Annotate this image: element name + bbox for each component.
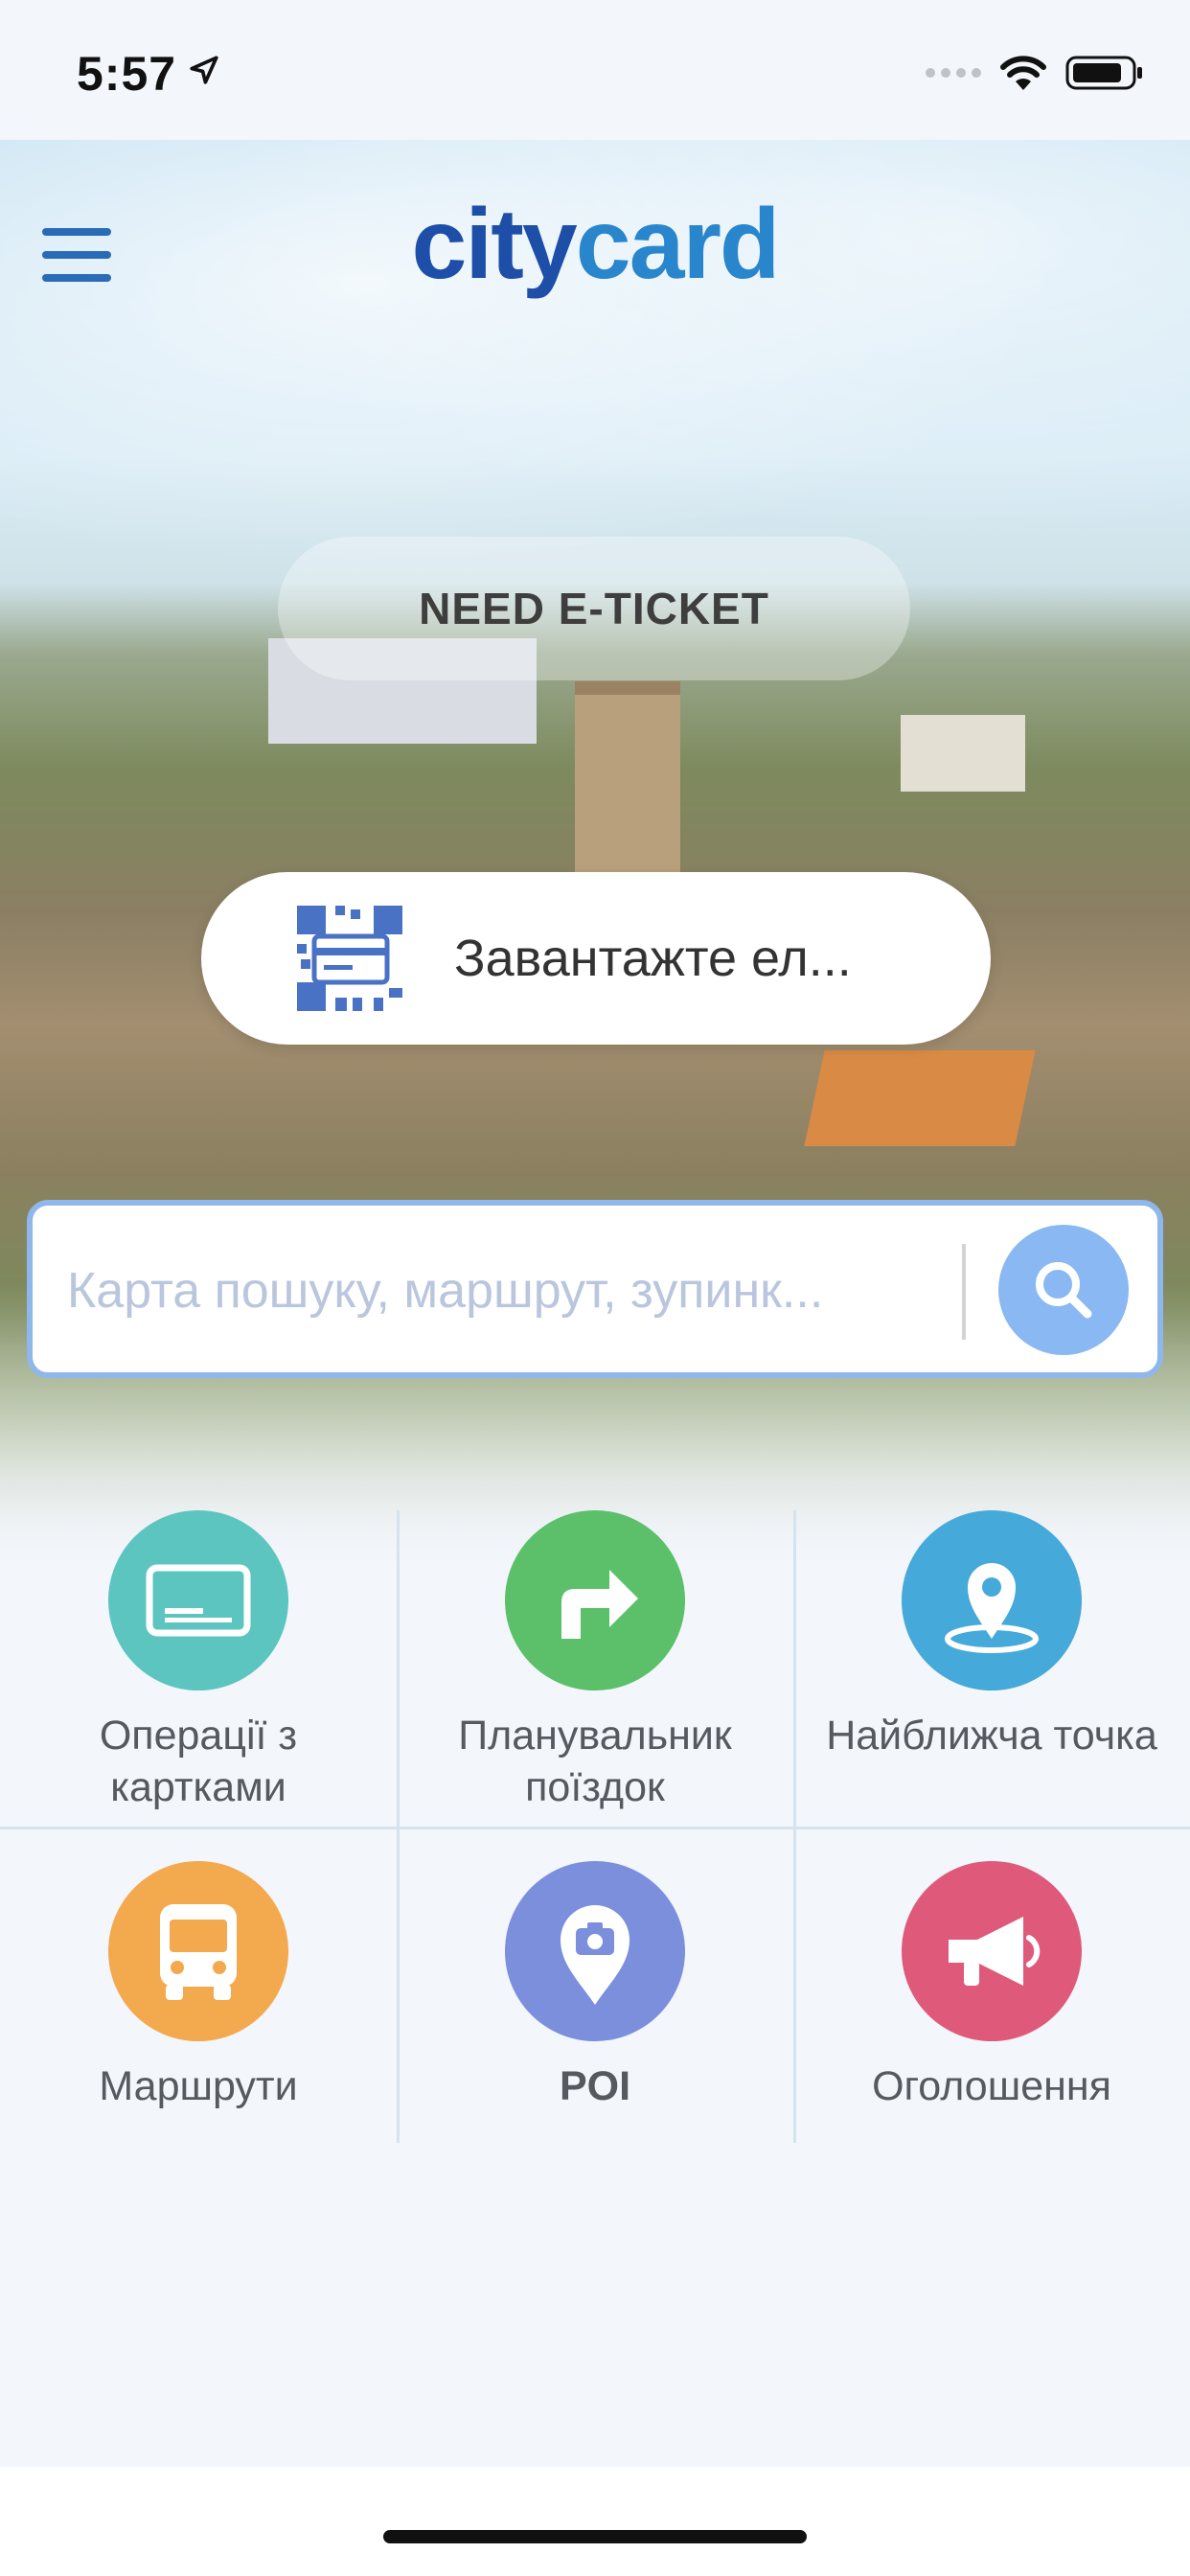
signal-dots-icon [926,68,981,78]
status-time: 5:57 [77,47,177,101]
camera-pin-icon [505,1861,685,2041]
tile-label: Операції з картками [99,1713,298,1810]
search-input[interactable] [65,1244,960,1338]
home-indicator[interactable] [383,2530,807,2543]
status-bar: 5:57 [0,0,1190,140]
search-icon [1036,1262,1092,1319]
qr-code-card-icon [297,906,402,1011]
tile-nearest-point[interactable]: Найближча точка [793,1510,1190,1827]
download-e-ticket-label: Завантажте ел... [454,930,852,987]
feature-grid: Операції з картками Планувальник поїздок… [0,1510,1190,2143]
card-icon [108,1510,288,1690]
need-e-ticket-label: NEED E-TICKET [419,584,769,633]
location-arrow-icon [190,56,218,84]
megaphone-icon [902,1861,1082,2041]
download-e-ticket-button[interactable]: Завантажте ел... [201,872,991,1045]
tile-label: Планувальник поїздок [458,1713,732,1810]
tile-trip-planner[interactable]: Планувальник поїздок [397,1510,793,1827]
search-divider [962,1244,966,1340]
tile-card-operations[interactable]: Операції з картками [0,1510,397,1827]
status-icons [926,54,1144,92]
tile-label: Оголошення [872,2063,1111,2109]
grid-divider [0,1827,1190,1829]
tile-label: Найближча точка [826,1713,1157,1759]
tile-label: Маршрути [99,2063,298,2109]
search-bar [27,1200,1163,1378]
need-e-ticket-button[interactable]: NEED E-TICKET [278,537,910,680]
tile-announcements[interactable]: Оголошення [793,1861,1190,2177]
tile-label: POI [559,2063,631,2109]
bus-icon [108,1861,288,2041]
citycard-logo: citycard [411,189,781,300]
map-pin-icon [902,1510,1082,1690]
battery-icon [1065,56,1142,90]
tile-poi[interactable]: POI [397,1861,793,2177]
wifi-icon [1000,56,1046,90]
route-arrow-icon [505,1510,685,1690]
search-button[interactable] [998,1225,1129,1355]
tile-routes[interactable]: Маршрути [0,1861,397,2177]
bottom-safe-area [0,2467,1190,2576]
